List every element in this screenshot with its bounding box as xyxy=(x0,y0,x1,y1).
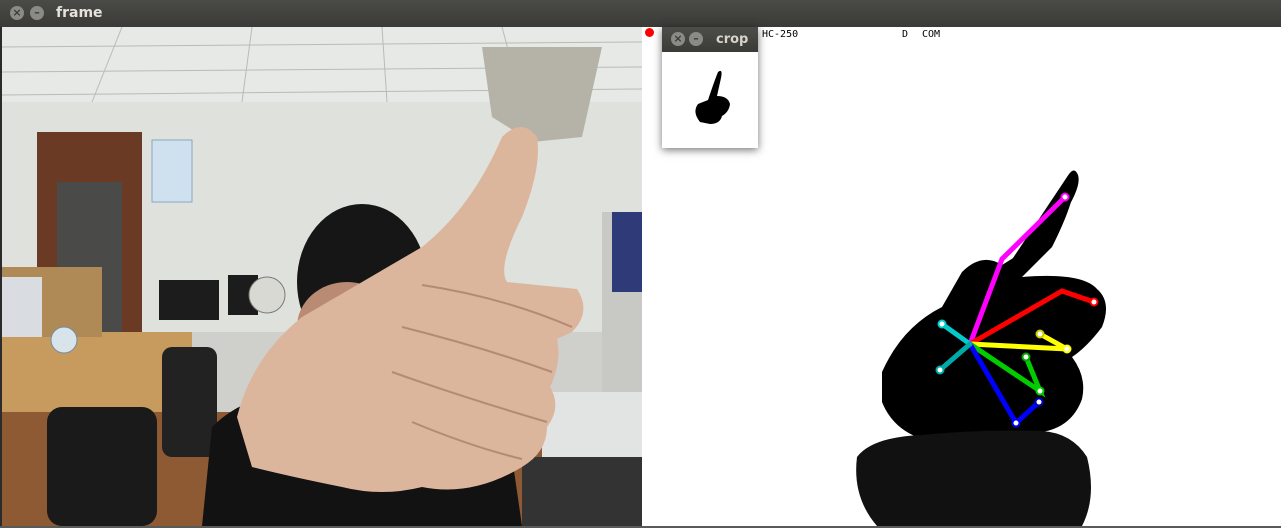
record-indicator-icon xyxy=(645,28,654,37)
camera-scene xyxy=(2,27,642,526)
minimize-icon[interactable]: – xyxy=(30,6,44,20)
crop-preview xyxy=(662,52,758,148)
crop-window-title: crop xyxy=(716,32,749,47)
crop-window[interactable]: × – crop xyxy=(662,27,758,148)
crop-window-titlebar[interactable]: × – crop xyxy=(662,27,758,52)
overlay-letter: D xyxy=(902,29,909,40)
crop-close-icon[interactable]: × xyxy=(671,32,685,46)
close-icon[interactable]: × xyxy=(10,6,24,20)
window-title: frame xyxy=(56,5,103,21)
overlay-mode: COM xyxy=(922,29,941,40)
overlay-model-label: HC-250 xyxy=(762,29,799,40)
crop-minimize-icon[interactable]: – xyxy=(689,32,703,46)
main-window-titlebar: × – frame xyxy=(0,0,1281,27)
cropped-hand-image xyxy=(695,70,730,124)
camera-feed xyxy=(2,27,642,526)
